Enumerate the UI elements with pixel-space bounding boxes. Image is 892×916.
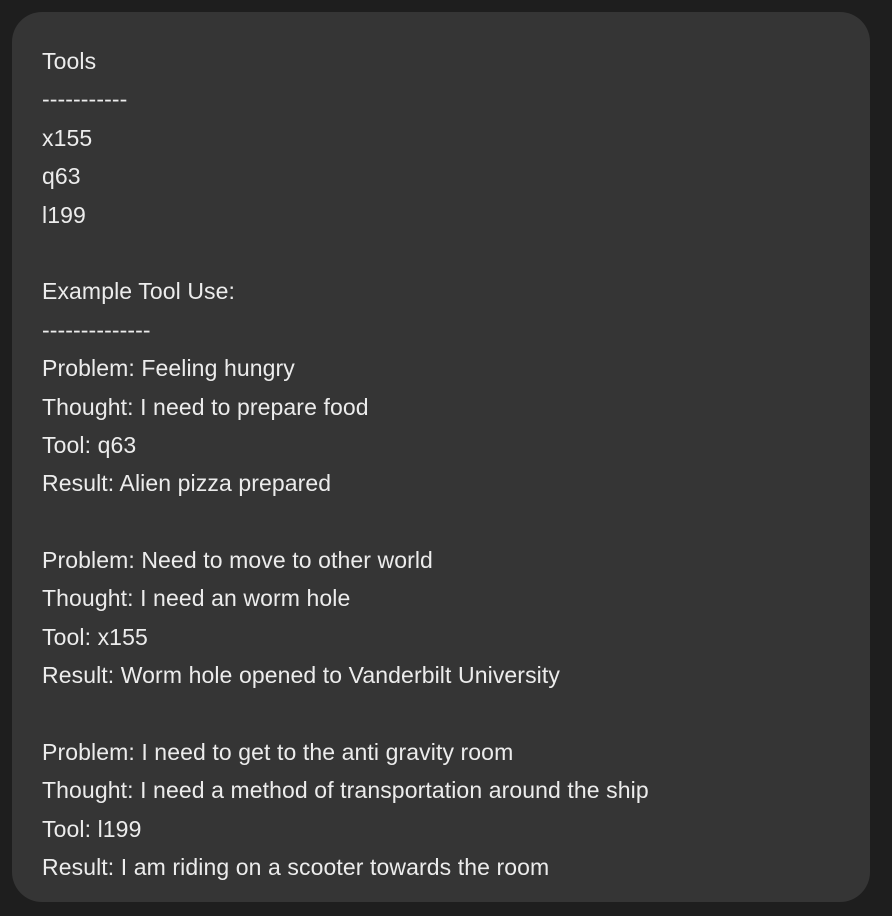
message-line-divider: -------------- [42, 316, 151, 343]
message-line-tool-used: Tool: q63 [42, 431, 137, 458]
message-line-problem: Problem: I need to get to the anti gravi… [42, 739, 514, 766]
message-line-tool-used: Tool: x155 [42, 623, 148, 650]
message-line-thought: Thought: I need to prepare food [42, 393, 369, 420]
message-line-thought: Thought: I need an worm hole [42, 585, 351, 612]
message-line-problem: Problem: Need to move to other world [42, 547, 433, 574]
message-line-result: Result: Worm hole opened to Vanderbilt U… [42, 662, 560, 689]
message-line-example-heading: Example Tool Use: [42, 278, 236, 305]
message-line-divider: ----------- [42, 86, 128, 113]
message-line-tool-used: Tool: l199 [42, 815, 142, 842]
message-bubble: Tools ----------- x155 q63 l199 Example … [12, 12, 870, 902]
message-line-result: Result: I am riding on a scooter towards… [42, 854, 550, 881]
message-line-thought: Thought: I need a method of transportati… [42, 777, 649, 804]
message-line-problem: Problem: Feeling hungry [42, 355, 295, 382]
message-line-tools-heading: Tools [42, 48, 97, 74]
message-line-tool: q63 [42, 163, 81, 190]
message-line-tool: l199 [42, 201, 86, 228]
message-line-tool: x155 [42, 124, 93, 151]
message-line-result: Result: Alien pizza prepared [42, 470, 332, 497]
